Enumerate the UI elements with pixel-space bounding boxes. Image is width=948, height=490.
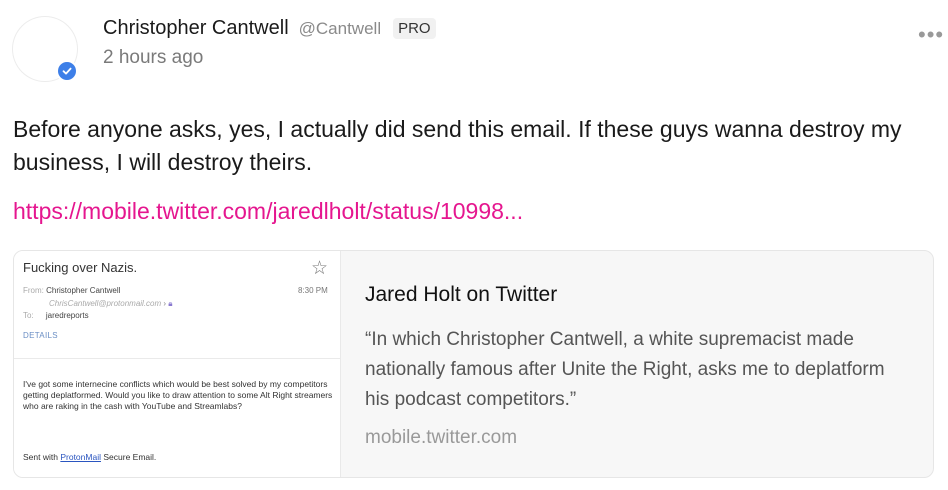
card-thumbnail: Fucking over Nazis. ☆ From: Christopher … — [14, 251, 341, 477]
post-timestamp[interactable]: 2 hours ago — [103, 47, 203, 69]
card-title[interactable]: Jared Holt on Twitter — [365, 283, 557, 307]
lock-icon: 🔒︎ — [168, 299, 173, 308]
chevron-right-icon: › — [163, 299, 167, 308]
email-to-name: jaredreports — [45, 311, 89, 320]
author-name[interactable]: Christopher Cantwell — [103, 17, 289, 40]
card-description: “In which Christopher Cantwell, a white … — [365, 329, 885, 410]
post-text: Before anyone asks, yes, I actually did … — [13, 116, 902, 175]
author-handle[interactable]: @Cantwell — [299, 19, 381, 39]
email-from-label: From: — [23, 286, 44, 295]
email-details: DETAILS — [23, 331, 58, 340]
email-to: To: jaredreports — [23, 311, 89, 320]
pro-badge: PRO — [393, 18, 436, 39]
email-from-name: Christopher Cantwell — [46, 286, 121, 295]
email-time: 8:30 PM — [298, 286, 328, 295]
post-header: Christopher Cantwell @Cantwell PRO — [103, 17, 436, 40]
ellipsis-icon: ••• — [918, 22, 945, 47]
email-body: I've got some internecine conflicts whic… — [23, 379, 333, 411]
star-icon: ☆ — [311, 258, 329, 279]
email-footer-prefix: Sent with — [23, 452, 58, 462]
email-footer-suffix: Secure Email. — [103, 452, 157, 462]
verified-badge — [56, 60, 78, 82]
email-divider — [14, 358, 340, 359]
email-address-text: ChrisCantwell@protonmail.com — [49, 299, 162, 308]
email-to-label: To: — [23, 311, 34, 320]
email-from: From: Christopher Cantwell — [23, 286, 120, 295]
card-domain: mobile.twitter.com — [365, 427, 518, 448]
check-icon — [62, 67, 72, 75]
post-link[interactable]: https://mobile.twitter.com/jaredlholt/st… — [13, 198, 523, 225]
email-footer-link: ProtonMail — [60, 452, 101, 462]
link-preview-card[interactable]: Fucking over Nazis. ☆ From: Christopher … — [13, 250, 934, 478]
email-from-address: ChrisCantwell@protonmail.com › 🔒︎ — [49, 299, 173, 309]
more-options-button[interactable]: ••• — [918, 24, 944, 46]
email-subject: Fucking over Nazis. — [23, 260, 138, 275]
email-footer: Sent with ProtonMail Secure Email. — [23, 452, 156, 462]
